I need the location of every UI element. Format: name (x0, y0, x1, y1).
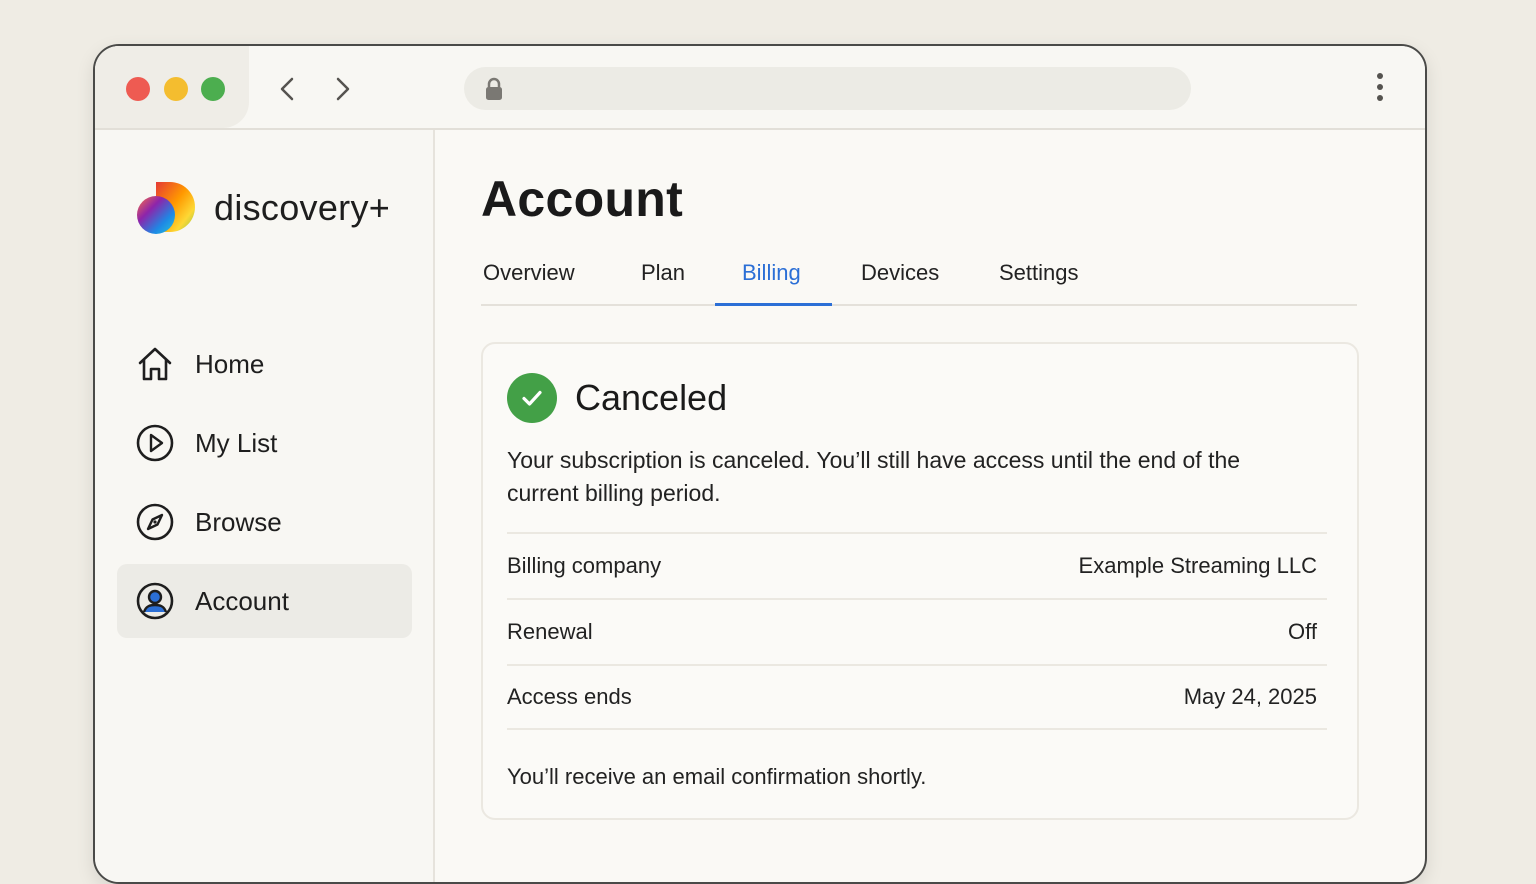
play-circle-icon (135, 423, 175, 463)
main-content: Account Overview Plan Billing Devices Se… (481, 130, 1381, 882)
sidebar-item-home[interactable]: Home (117, 327, 412, 401)
tab-overview[interactable]: Overview (483, 260, 575, 302)
page-title: Account (481, 171, 684, 227)
status-message: Your subscription is canceled. You’ll st… (507, 447, 1241, 506)
detail-label: Access ends (507, 684, 632, 709)
discovery-plus-logo-icon (137, 182, 195, 234)
detail-label: Renewal (507, 619, 593, 644)
window-controls (95, 46, 249, 128)
tab-plan[interactable]: Plan (641, 260, 685, 302)
tab-billing[interactable]: Billing (742, 260, 801, 302)
sidebar-item-browse[interactable]: Browse (117, 485, 412, 559)
billing-details: Billing company Example Streaming LLC Re… (507, 532, 1327, 730)
sidebar-item-label: Account (195, 585, 289, 616)
check-circle-icon (507, 373, 557, 423)
minimize-window-button[interactable] (164, 77, 188, 101)
browser-window: discovery+ Home My List Browse Account A… (93, 44, 1427, 884)
address-bar[interactable] (464, 67, 1191, 110)
detail-value: May 24, 2025 (1183, 684, 1317, 709)
detail-label: Billing company (507, 553, 662, 578)
chevron-left-icon[interactable] (275, 75, 301, 103)
kebab-menu-icon[interactable] (1375, 73, 1385, 105)
tab-settings[interactable]: Settings (999, 260, 1079, 302)
confirmation-note: You’ll receive an email confirmation sho… (507, 764, 927, 789)
chevron-right-icon[interactable] (329, 75, 355, 103)
account-tabs: Overview Plan Billing Devices Settings (481, 254, 1357, 306)
detail-row-renewal: Renewal Off (507, 598, 1327, 664)
sidebar-item-label: My List (195, 427, 278, 458)
close-window-button[interactable] (126, 77, 150, 101)
active-tab-indicator (715, 303, 832, 306)
user-circle-icon (135, 581, 175, 621)
sidebar: discovery+ Home My List Browse Account (95, 130, 435, 882)
sidebar-item-my-list[interactable]: My List (117, 406, 412, 480)
brand-name: discovery+ (214, 187, 391, 228)
brand-logo[interactable]: discovery+ (136, 180, 390, 236)
sidebar-item-label: Browse (195, 506, 282, 537)
status-title: Canceled (575, 377, 728, 418)
detail-value: Example Streaming LLC (1078, 553, 1317, 578)
detail-value: Off (1288, 619, 1317, 644)
status-header: Canceled (507, 372, 727, 424)
lock-icon (484, 77, 504, 106)
compass-icon (135, 502, 175, 542)
home-icon (135, 344, 175, 384)
billing-status-card: Canceled Your subscription is canceled. … (481, 342, 1359, 820)
maximize-window-button[interactable] (201, 77, 225, 101)
sidebar-item-account[interactable]: Account (117, 564, 412, 638)
detail-row-access-ends: Access ends May 24, 2025 (507, 664, 1327, 730)
browser-titlebar (95, 46, 1425, 130)
sidebar-item-label: Home (195, 348, 265, 379)
tab-devices[interactable]: Devices (861, 260, 939, 302)
detail-row-billing-company: Billing company Example Streaming LLC (507, 532, 1327, 598)
